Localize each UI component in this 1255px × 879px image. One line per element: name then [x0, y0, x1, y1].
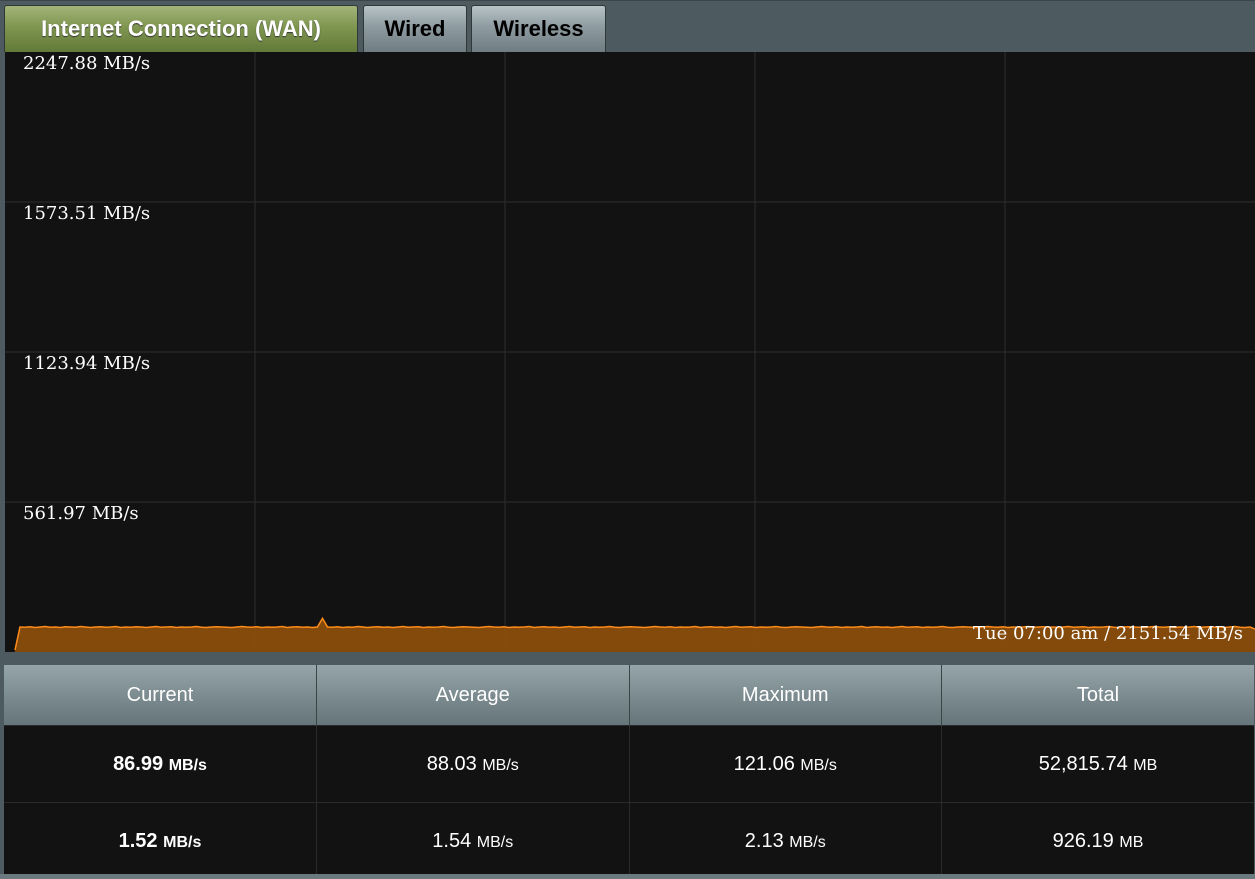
- rx-average-value: 88.03: [426, 752, 477, 775]
- rx-maximum: 121.06 MB/s: [629, 725, 942, 803]
- y-tick-label-max: 2247.88 MB/s: [23, 53, 151, 74]
- rx-average-unit: MB/s: [482, 756, 519, 774]
- header-average: Average: [316, 665, 630, 726]
- y-tick-label-4: 561.97 MB/s: [23, 503, 139, 524]
- rx-total-value: 52,815.74: [1038, 752, 1128, 775]
- tab-bar: Internet Connection (WAN) Wired Wireless: [0, 0, 1255, 53]
- rx-total: 52,815.74 MB: [941, 725, 1254, 803]
- tx-average-value: 1.54: [432, 829, 472, 852]
- chart-tooltip: Tue 07:00 am / 2151.54 MB/s: [973, 623, 1243, 644]
- tx-total-value: 926.19: [1052, 829, 1114, 852]
- tx-current-value: 1.52: [118, 829, 158, 852]
- tx-total-unit: MB: [1119, 833, 1144, 851]
- rx-current: 86.99 MB/s: [4, 725, 317, 803]
- traffic-chart-svg: [5, 52, 1255, 652]
- tx-total: 926.19 MB: [941, 802, 1254, 879]
- traffic-chart[interactable]: 2247.88 MB/s 1573.51 MB/s 1123.94 MB/s 5…: [5, 52, 1255, 652]
- rx-current-unit: MB/s: [168, 756, 207, 774]
- tx-current-unit: MB/s: [163, 833, 202, 851]
- tx-maximum: 2.13 MB/s: [629, 802, 942, 879]
- tx-current: 1.52 MB/s: [4, 802, 317, 879]
- stats-table: Current Average Maximum Total 86.99 MB/s…: [4, 665, 1254, 879]
- rx-average: 88.03 MB/s: [316, 725, 630, 803]
- rx-maximum-unit: MB/s: [800, 756, 837, 774]
- footer-border: [0, 874, 1255, 879]
- rx-current-value: 86.99: [113, 752, 164, 775]
- y-tick-label-2: 1573.51 MB/s: [23, 203, 151, 224]
- header-maximum: Maximum: [629, 665, 942, 726]
- tx-maximum-unit: MB/s: [789, 833, 826, 851]
- tx-maximum-value: 2.13: [744, 829, 784, 852]
- table-row: 1.52 MB/s 1.54 MB/s 2.13 MB/s 926.19 MB: [4, 802, 1254, 879]
- header-total: Total: [941, 665, 1254, 726]
- rx-maximum-value: 121.06: [733, 752, 795, 775]
- tab-wired[interactable]: Wired: [363, 5, 467, 52]
- tab-wireless[interactable]: Wireless: [471, 5, 606, 52]
- rx-total-unit: MB: [1133, 756, 1158, 774]
- y-tick-label-3: 1123.94 MB/s: [23, 353, 151, 374]
- header-current: Current: [4, 665, 317, 726]
- stats-header-row: Current Average Maximum Total: [4, 665, 1254, 726]
- tx-average: 1.54 MB/s: [316, 802, 630, 879]
- tab-internet-connection-wan[interactable]: Internet Connection (WAN): [4, 5, 358, 52]
- table-row: 86.99 MB/s 88.03 MB/s 121.06 MB/s 52,815…: [4, 725, 1254, 803]
- tx-average-unit: MB/s: [476, 833, 514, 851]
